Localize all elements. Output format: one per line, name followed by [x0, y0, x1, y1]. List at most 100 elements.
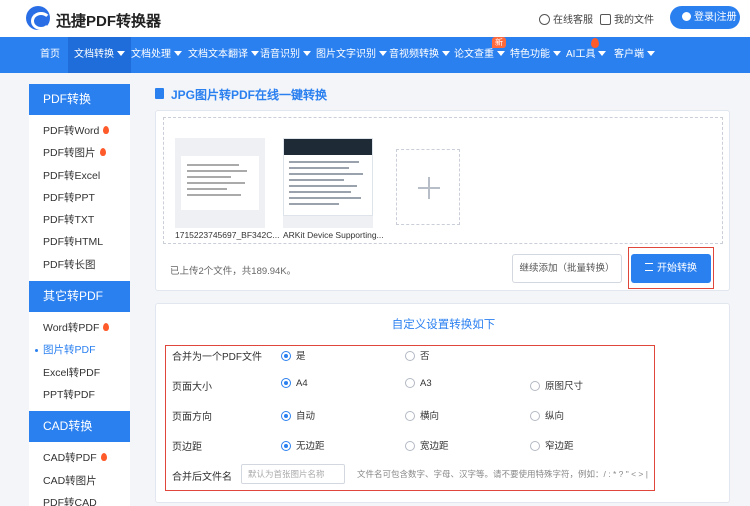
settings-title: 自定义设置转换如下 [391, 319, 496, 331]
file-thumbnail[interactable] [175, 138, 265, 228]
option-label: 原图尺寸 [545, 381, 584, 392]
sidebar-item-label: PDF转PPT [43, 191, 95, 204]
page-size-label: 页面大小 [172, 382, 212, 393]
radio-icon [405, 351, 415, 361]
add-file-button[interactable] [396, 149, 460, 225]
nav-label: 语音识别 [260, 49, 300, 60]
option-label: 纵向 [545, 411, 565, 422]
orientation-option-auto[interactable]: 自动 [281, 408, 315, 422]
chevron-down-icon [497, 51, 505, 56]
sidebar-item-label: 图片转PDF [43, 344, 96, 357]
my-documents-label: 我的文件 [614, 15, 654, 26]
radio-icon [530, 411, 540, 421]
sidebar-item-label: CAD转图片 [43, 474, 97, 487]
sidebar-item-ppt-to-pdf[interactable]: PPT转PDF [29, 384, 130, 406]
option-label: 横向 [420, 411, 440, 422]
sidebar-item-word-to-pdf[interactable]: Word转PDF [29, 317, 130, 339]
nav-text-translate[interactable]: 文档文本翻译 [188, 37, 259, 73]
sidebar-item-pdf-to-cad[interactable]: PDF转CAD [29, 492, 130, 506]
sidebar-section-title: CAD转换 [29, 411, 130, 443]
sidebar-item-pdf-to-ppt[interactable]: PDF转PPT [29, 187, 130, 209]
fire-icon [100, 453, 107, 462]
sidebar-item-label: PDF转图片 [43, 147, 96, 160]
sidebar-item-cad-to-pdf[interactable]: CAD转PDF [29, 447, 130, 469]
margin-option-narrow[interactable]: 窄边距 [530, 438, 574, 452]
chevron-down-icon [598, 51, 607, 56]
nav-document-convert[interactable]: 文档转换 [68, 37, 131, 73]
main-navbar: 首页 文档转换 文档处理 文档文本翻译 语音识别 图片文字识别 音视频转换 论文… [0, 37, 750, 73]
option-label: 否 [420, 351, 430, 362]
sidebar-section-title: PDF转换 [29, 84, 130, 115]
file-name: 1715223745697_BF342C... [175, 230, 280, 240]
margin-option-wide[interactable]: 宽边距 [405, 438, 449, 452]
sidebar-item-excel-to-pdf[interactable]: Excel转PDF [29, 362, 130, 384]
sidebar-item-cad-to-image[interactable]: CAD转图片 [29, 470, 130, 492]
my-documents-link[interactable]: 我的文件 [600, 11, 654, 26]
orientation-label: 页面方向 [172, 412, 212, 423]
radio-icon [405, 411, 415, 421]
sidebar-item-label: CAD转PDF [43, 452, 97, 465]
filename-input[interactable] [241, 464, 345, 484]
customer-service-link[interactable]: 在线客服 [539, 11, 593, 26]
option-label: 自动 [296, 411, 316, 422]
file-dropzone[interactable]: 1715223745697_BF342C... ARKit Device Sup… [163, 117, 723, 244]
sidebar-item-pdf-to-txt[interactable]: PDF转TXT [29, 209, 130, 231]
merge-label: 合并为一个PDF文件 [172, 352, 262, 363]
orientation-option-portrait[interactable]: 纵向 [530, 408, 564, 422]
nav-client[interactable]: 客户端 [614, 37, 655, 73]
sidebar-item-pdf-to-long-image[interactable]: PDF转长图 [29, 254, 130, 276]
image-preview [283, 138, 373, 216]
nav-label: 图片文字识别 [316, 49, 376, 60]
nav-label: 论文查重 [454, 49, 494, 60]
logo-icon[interactable] [26, 6, 51, 30]
sidebar-section-title: 其它转PDF [29, 281, 130, 313]
orientation-option-landscape[interactable]: 横向 [405, 408, 439, 422]
nav-speech-recognition[interactable]: 语音识别 [260, 37, 311, 73]
brand-name[interactable]: 迅捷PDF转换器 [56, 10, 161, 31]
sidebar-item-image-to-pdf[interactable]: 图片转PDF [29, 339, 130, 361]
sidebar-item-pdf-to-image[interactable]: PDF转图片 [29, 142, 130, 164]
file-thumbnail[interactable] [283, 138, 373, 228]
nav-document-process[interactable]: 文档处理 [131, 37, 182, 73]
merge-option-no[interactable]: 否 [405, 348, 430, 362]
margin-label: 页边距 [172, 442, 202, 453]
sidebar-item-label: PDF转CAD [43, 496, 97, 506]
login-button[interactable]: 登录|注册 [670, 6, 740, 29]
fire-icon [99, 148, 106, 157]
fire-icon [591, 38, 599, 48]
page-size-option-a3[interactable]: A3 [405, 378, 432, 389]
sidebar-item-label: PDF转Excel [43, 169, 101, 182]
sidebar-item-pdf-to-excel[interactable]: PDF转Excel [29, 165, 130, 187]
radio-icon [530, 381, 540, 391]
nav-features[interactable]: 特色功能 [510, 37, 561, 73]
nav-label: 客户端 [614, 49, 644, 60]
sidebar-item-pdf-to-html[interactable]: PDF转HTML [29, 231, 130, 253]
sidebar-item-label: Word转PDF [43, 322, 100, 335]
page-size-option-a4[interactable]: A4 [281, 378, 308, 389]
option-label: 是 [296, 351, 306, 362]
continue-add-button[interactable]: 继续添加（批量转换） [512, 254, 622, 283]
nav-home[interactable]: 首页 [40, 37, 60, 73]
radio-icon [405, 378, 415, 388]
chevron-down-icon [303, 51, 311, 56]
nav-av-convert[interactable]: 音视频转换 [389, 37, 450, 73]
nav-image-ocr[interactable]: 图片文字识别 [316, 37, 387, 73]
chevron-down-icon [117, 51, 125, 56]
nav-ai-tools[interactable]: AI工具 [566, 37, 607, 73]
sidebar-item-pdf-to-word[interactable]: PDF转Word [29, 120, 130, 142]
chevron-down-icon [174, 51, 182, 56]
page-title: JPG图片转PDF在线一键转换 [171, 88, 328, 102]
fire-icon [103, 323, 110, 332]
merge-option-yes[interactable]: 是 [281, 348, 306, 362]
nav-label: 文档转换 [74, 49, 114, 60]
margin-option-none[interactable]: 无边距 [281, 438, 325, 452]
option-label: 无边距 [296, 441, 325, 452]
page-size-option-original[interactable]: 原图尺寸 [530, 378, 583, 392]
chevron-down-icon [251, 51, 259, 56]
plus-icon-stroke [428, 177, 430, 199]
sidebar-item-label: PDF转TXT [43, 214, 95, 227]
file-name: ARKit Device Supporting... [283, 230, 384, 240]
document-icon [155, 88, 164, 99]
top-header: 迅捷PDF转换器 在线客服 我的文件 登录|注册 [0, 0, 750, 37]
option-label: A4 [296, 378, 308, 389]
